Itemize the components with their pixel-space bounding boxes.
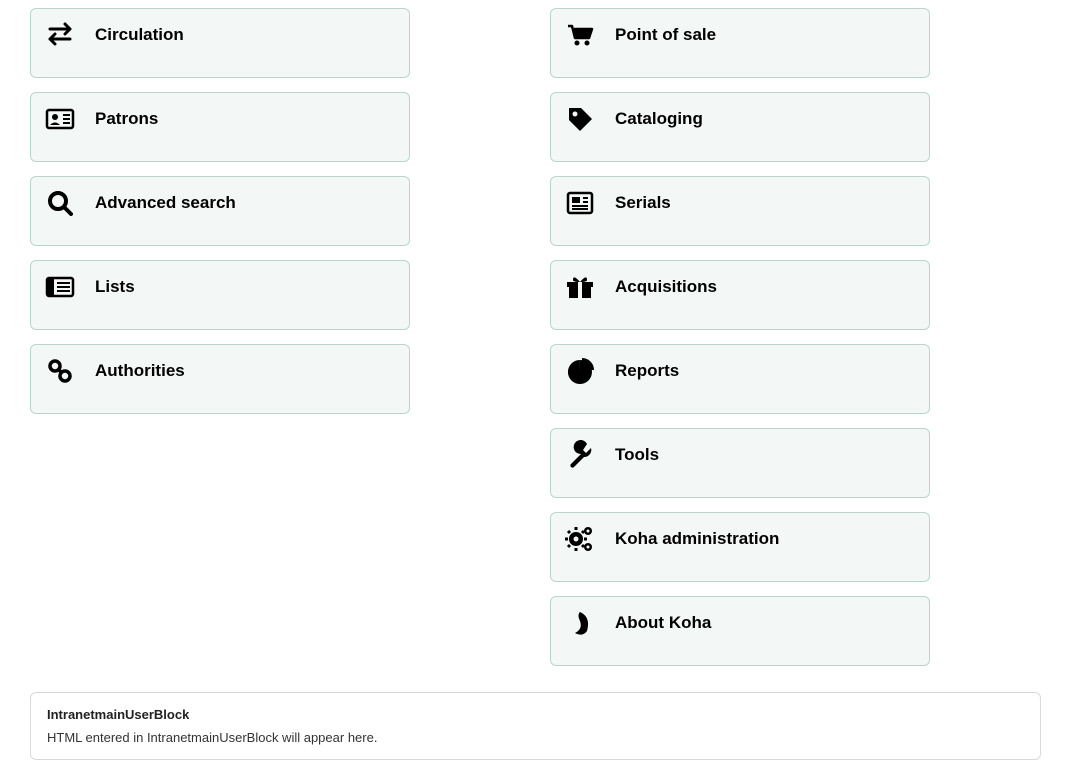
nav-label: Patrons	[95, 109, 158, 129]
nav-koha-administration[interactable]: Koha administration	[550, 512, 930, 582]
nav-about-koha[interactable]: About Koha	[550, 596, 930, 666]
user-block-title: IntranetmainUserBlock	[47, 707, 1024, 722]
nav-tools[interactable]: Tools	[550, 428, 930, 498]
id-card-icon	[45, 107, 75, 131]
link-icon	[45, 359, 75, 383]
list-icon	[45, 275, 75, 299]
tag-icon	[565, 107, 595, 131]
cart-icon	[565, 23, 595, 47]
nav-patrons[interactable]: Patrons	[30, 92, 410, 162]
gears-icon	[565, 527, 595, 551]
nav-cataloging[interactable]: Cataloging	[550, 92, 930, 162]
nav-label: Advanced search	[95, 193, 236, 213]
nav-lists[interactable]: Lists	[30, 260, 410, 330]
arrows-icon	[45, 23, 75, 47]
nav-label: Koha administration	[615, 529, 779, 549]
nav-label: Cataloging	[615, 109, 703, 129]
pie-chart-icon	[565, 359, 595, 383]
nav-label: Authorities	[95, 361, 185, 381]
nav-advanced-search[interactable]: Advanced search	[30, 176, 410, 246]
nav-reports[interactable]: Reports	[550, 344, 930, 414]
left-column: Circulation Patrons Advanced search List…	[30, 8, 410, 666]
nav-serials[interactable]: Serials	[550, 176, 930, 246]
nav-label: About Koha	[615, 613, 711, 633]
nav-label: Serials	[615, 193, 671, 213]
search-icon	[45, 191, 75, 215]
newspaper-icon	[565, 191, 595, 215]
nav-label: Acquisitions	[615, 277, 717, 297]
nav-label: Circulation	[95, 25, 184, 45]
nav-point-of-sale[interactable]: Point of sale	[550, 8, 930, 78]
nav-label: Tools	[615, 445, 659, 465]
intranet-main-user-block: IntranetmainUserBlock HTML entered in In…	[30, 692, 1041, 760]
koha-logo-icon	[565, 611, 595, 635]
nav-circulation[interactable]: Circulation	[30, 8, 410, 78]
gift-icon	[565, 275, 595, 299]
user-block-body: HTML entered in IntranetmainUserBlock wi…	[47, 730, 1024, 745]
nav-authorities[interactable]: Authorities	[30, 344, 410, 414]
nav-label: Reports	[615, 361, 679, 381]
nav-label: Point of sale	[615, 25, 716, 45]
right-column: Point of sale Cataloging Serials Acquisi…	[550, 8, 930, 666]
nav-acquisitions[interactable]: Acquisitions	[550, 260, 930, 330]
nav-label: Lists	[95, 277, 135, 297]
wrench-icon	[565, 443, 595, 467]
